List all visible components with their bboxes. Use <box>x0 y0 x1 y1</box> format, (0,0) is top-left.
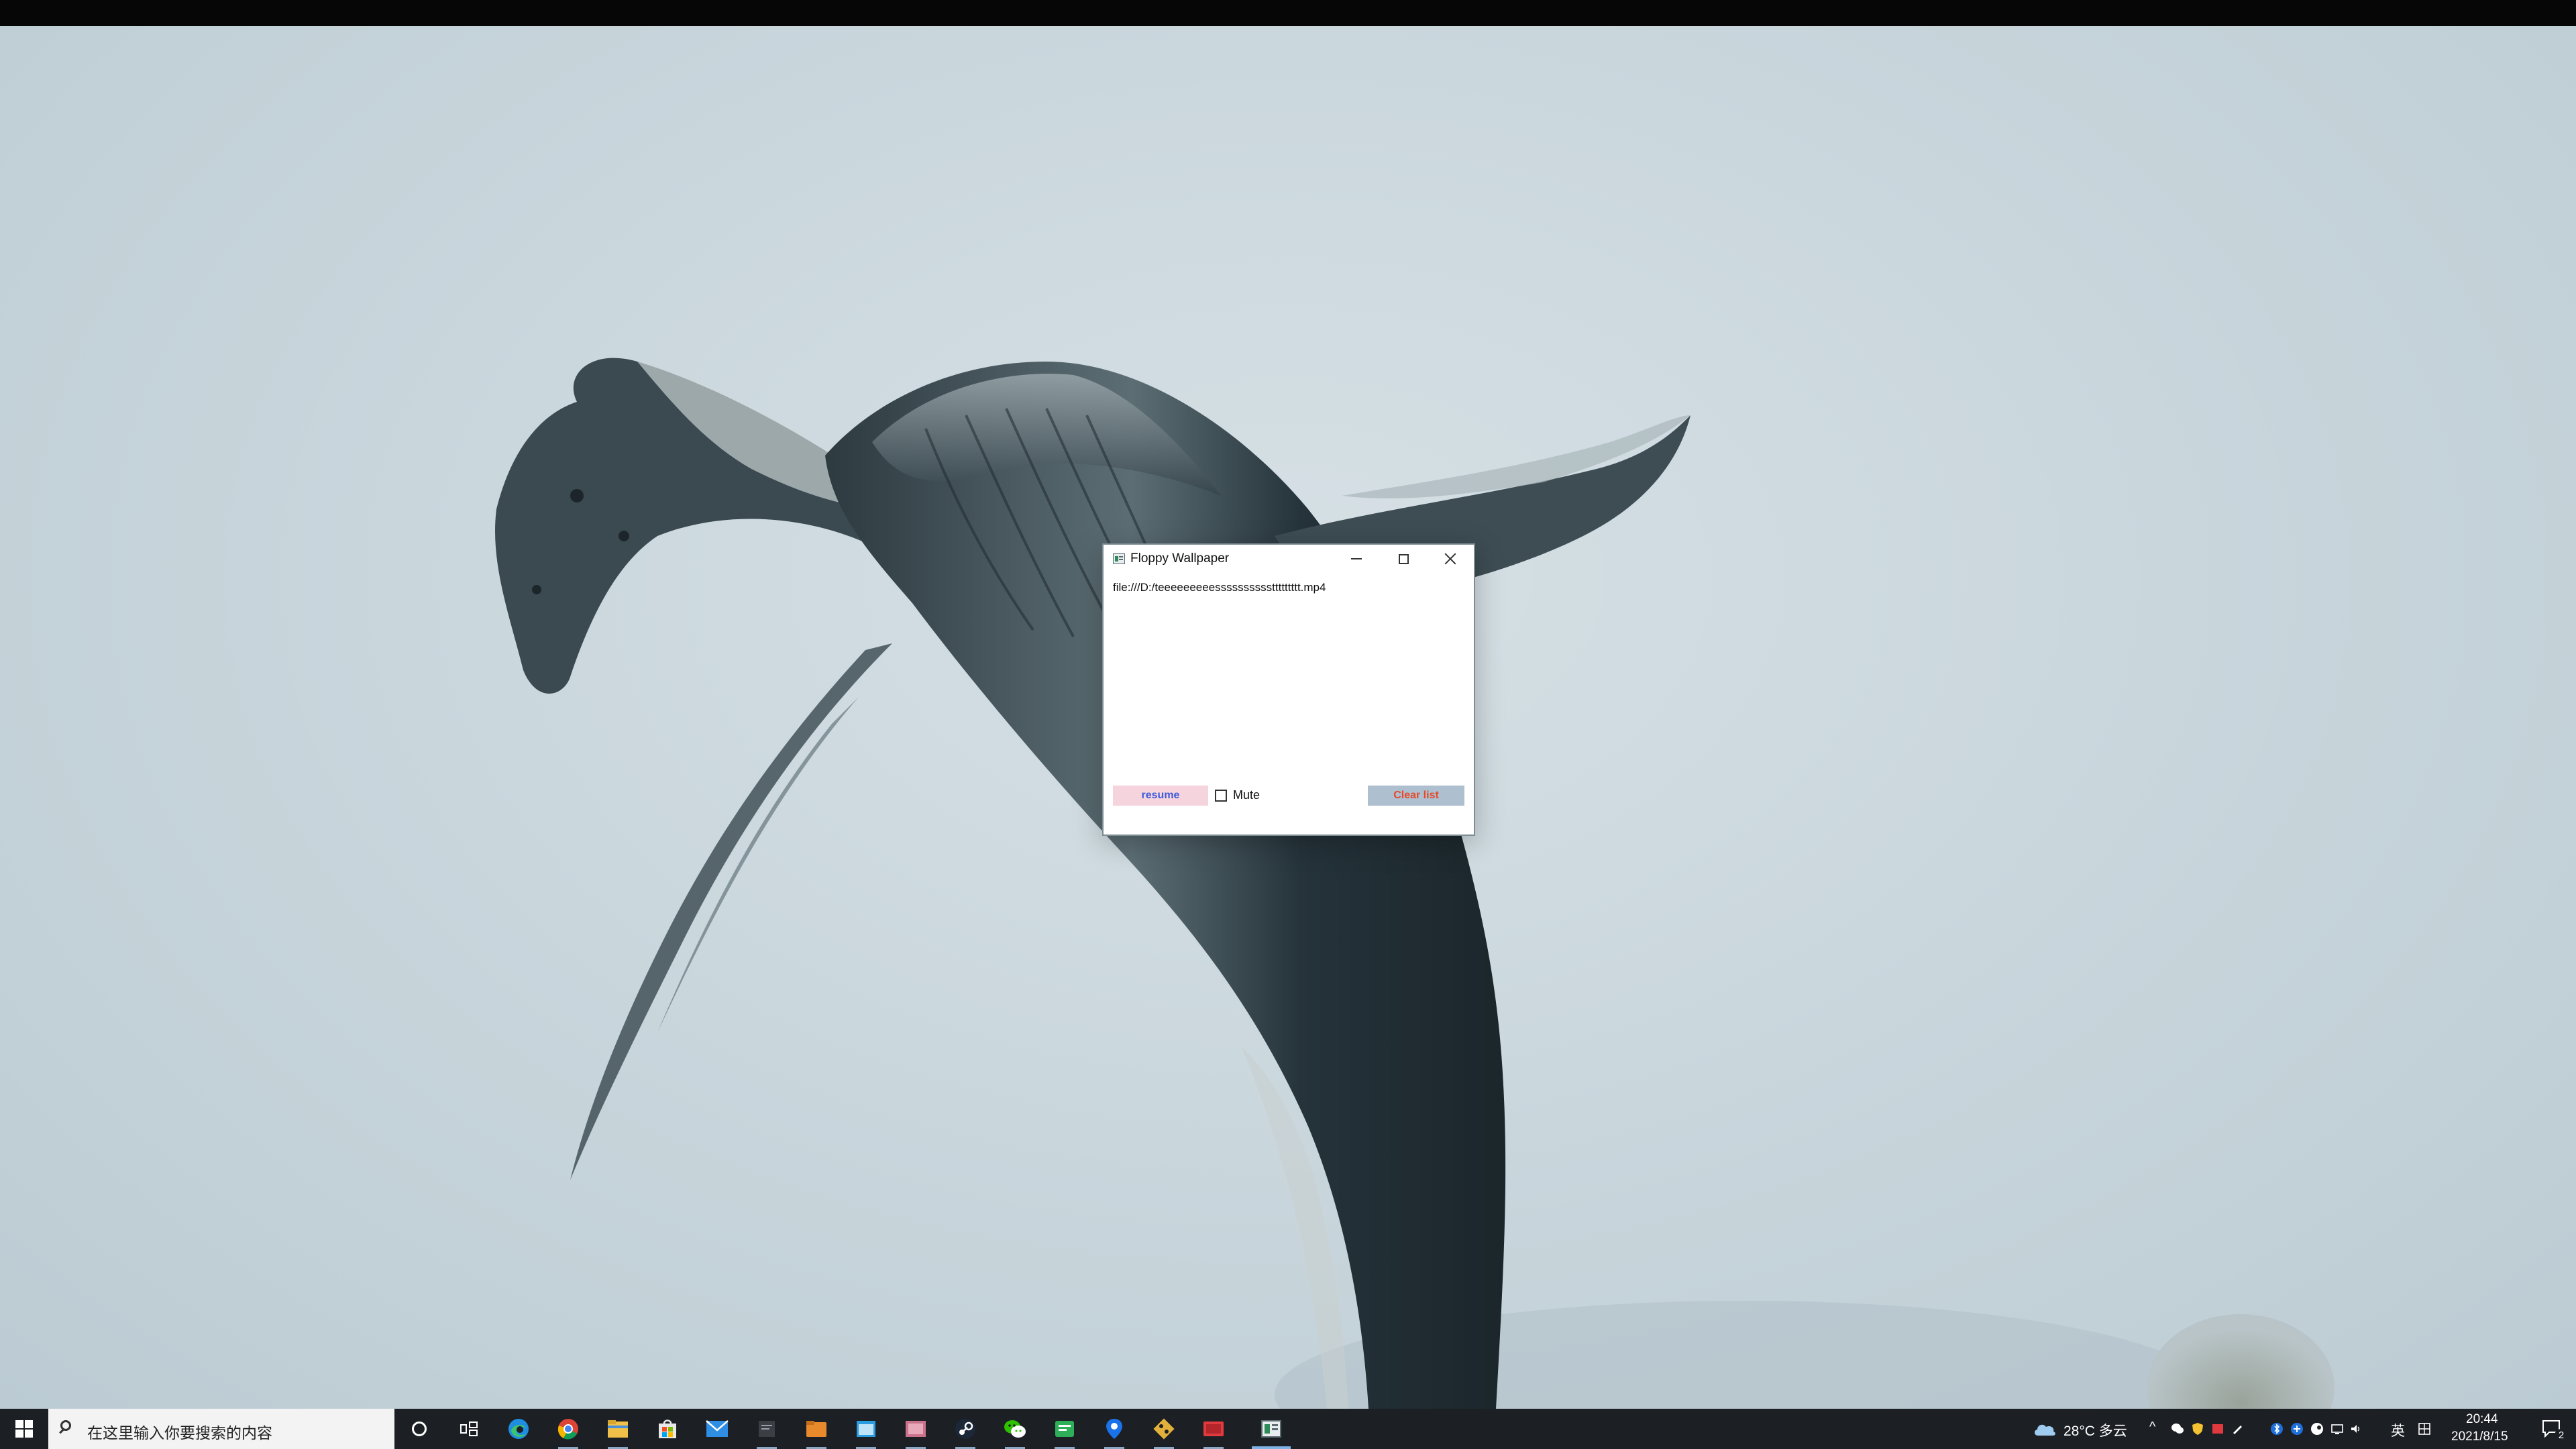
file-explorer-icon <box>608 1420 628 1438</box>
taskbar: 在这里输入你要搜索的内容 28°C 多云 ^ 英 20:44 2021/8/15… <box>0 1409 2576 1449</box>
dark-app-icon <box>759 1421 775 1437</box>
mute-label[interactable]: Mute <box>1233 788 1260 802</box>
bluetooth-icon[interactable] <box>2270 1422 2284 1436</box>
shield-tray-icon[interactable] <box>2191 1422 2204 1436</box>
clock-time: 20:44 <box>2466 1412 2498 1426</box>
close-button[interactable] <box>1427 545 1474 573</box>
clock-date: 2021/8/15 <box>2451 1430 2508 1444</box>
network-app-tray-icon[interactable] <box>2290 1422 2304 1436</box>
floppy-wallpaper-window[interactable]: Floppy Wallpaper file:///D:/teeeeeeeeess… <box>1102 543 1475 836</box>
minimize-button[interactable] <box>1333 545 1380 573</box>
cloud-icon <box>2034 1424 2055 1436</box>
dark-app-taskbar-button[interactable] <box>742 1409 792 1449</box>
desktop-screen: Floppy Wallpaper file:///D:/teeeeeeeeess… <box>0 0 2576 1449</box>
file-explorer-taskbar-button[interactable] <box>593 1409 643 1449</box>
steam-taskbar-button[interactable] <box>941 1409 990 1449</box>
red-app-icon <box>1203 1421 1224 1436</box>
volume-icon[interactable] <box>2349 1422 2363 1436</box>
taskbar-search-box[interactable]: 在这里输入你要搜索的内容 <box>48 1409 394 1449</box>
blue-window-taskbar-button[interactable] <box>841 1409 891 1449</box>
red-tray-icon[interactable] <box>2211 1422 2224 1436</box>
close-icon <box>1444 553 1456 565</box>
file-list-item[interactable]: file:///D:/teeeeeeeeessssssssssttttttttt… <box>1110 578 1466 597</box>
file-list[interactable]: file:///D:/teeeeeeeeessssssssssttttttttt… <box>1110 578 1466 753</box>
maximize-icon <box>1398 553 1409 564</box>
ime-mode-icon[interactable] <box>2418 1422 2431 1436</box>
clear-list-button[interactable]: Clear list <box>1368 786 1464 806</box>
window-controls-row: resume Mute Clear list <box>1104 782 1474 809</box>
wechat-taskbar-button[interactable] <box>990 1409 1040 1449</box>
window-title: Floppy Wallpaper <box>1130 551 1230 566</box>
store-taskbar-button[interactable] <box>643 1409 692 1449</box>
floppy-wallpaper-taskbar-button[interactable] <box>1246 1409 1296 1449</box>
ime-language-indicator[interactable]: 英 <box>2391 1420 2405 1440</box>
cortana-button[interactable] <box>394 1409 444 1449</box>
windows-logo-icon <box>15 1420 33 1438</box>
mail-taskbar-button[interactable] <box>692 1409 742 1449</box>
task-view-button[interactable] <box>444 1409 494 1449</box>
cortana-icon <box>412 1421 427 1436</box>
orange-folder-taskbar-button[interactable] <box>792 1409 841 1449</box>
resume-button[interactable]: resume <box>1113 786 1208 806</box>
show-hidden-icons-chevron-icon[interactable]: ^ <box>2149 1419 2163 1434</box>
git-taskbar-button[interactable] <box>1139 1409 1189 1449</box>
pink-app-taskbar-button[interactable] <box>891 1409 941 1449</box>
notification-count-badge: 2 <box>2555 1429 2568 1442</box>
task-view-icon <box>460 1421 478 1436</box>
store-icon <box>659 1419 676 1438</box>
maps-pin-icon <box>1106 1419 1122 1439</box>
minimize-icon <box>1351 558 1362 559</box>
search-icon <box>60 1420 71 1431</box>
pen-tray-icon[interactable] <box>2231 1422 2245 1436</box>
display-icon[interactable] <box>2330 1422 2344 1436</box>
weather-text: 28°C 多云 <box>2063 1424 2127 1439</box>
edge-icon <box>508 1419 529 1439</box>
edge-taskbar-button[interactable] <box>494 1409 543 1449</box>
wechat-icon <box>1004 1420 1026 1438</box>
blue-window-icon <box>857 1421 875 1437</box>
git-icon <box>1153 1418 1175 1440</box>
window-title-bar[interactable]: Floppy Wallpaper <box>1104 545 1474 573</box>
top-letterbox-bar <box>0 0 2576 26</box>
steam-tray-icon[interactable] <box>2310 1422 2324 1436</box>
pink-app-icon <box>906 1421 926 1437</box>
chrome-icon <box>557 1419 578 1440</box>
mute-checkbox[interactable] <box>1215 790 1227 802</box>
mail-icon <box>706 1420 729 1437</box>
floppy-wallpaper-icon <box>1261 1420 1281 1438</box>
steam-icon <box>955 1419 975 1439</box>
wechat-tray-icon[interactable] <box>2171 1422 2184 1436</box>
search-placeholder: 在这里输入你要搜索的内容 <box>87 1424 272 1442</box>
red-app-taskbar-button[interactable] <box>1189 1409 1238 1449</box>
app-window-icon <box>1113 553 1125 564</box>
maps-taskbar-button[interactable] <box>1089 1409 1139 1449</box>
start-button[interactable] <box>0 1409 48 1449</box>
orange-folder-icon <box>806 1421 826 1437</box>
chrome-taskbar-button[interactable] <box>543 1409 593 1449</box>
green-app-icon <box>1055 1421 1074 1437</box>
green-app-taskbar-button[interactable] <box>1040 1409 1089 1449</box>
action-center-button[interactable]: 2 <box>2529 1409 2576 1449</box>
maximize-button[interactable] <box>1380 545 1427 573</box>
